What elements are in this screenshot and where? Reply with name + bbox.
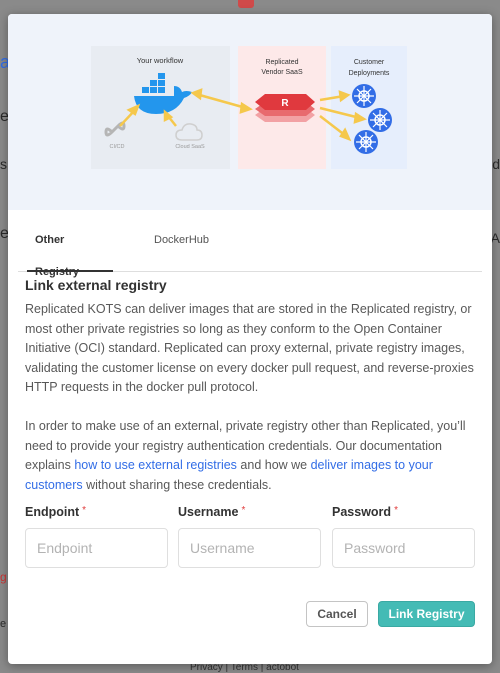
required-mark: * [394,505,398,516]
password-label: Password * [332,505,398,519]
kubernetes-icon [368,108,392,132]
kubernetes-icon [352,84,376,108]
vendor-label-line1: Replicated [265,59,298,66]
replicated-logo-letter: R [281,98,289,109]
background-text: e [0,618,7,630]
cloud-label: Cloud SaaS [175,144,205,150]
registry-diagram-banner: Your workflow Replicated Vendor SaaS Cus… [8,14,492,210]
background-text: d [492,156,500,172]
credentials-paragraph: In order to make use of an external, pri… [25,417,481,495]
link-registry-button[interactable]: Link Registry [378,601,475,627]
credentials-text: without sharing these credentials. [82,477,272,492]
background-text: s [0,156,7,172]
registry-diagram: Your workflow Replicated Vendor SaaS Cus… [91,46,407,169]
tab-dockerhub[interactable]: DockerHub [146,224,216,272]
description-paragraph: Replicated KOTS can deliver images that … [25,302,474,394]
endpoint-label: Endpoint * [25,505,86,519]
required-mark: * [82,505,87,516]
username-label-text: Username [178,505,239,519]
background-text: A [490,230,500,246]
password-label-text: Password [332,505,392,519]
kubernetes-icon [354,130,378,154]
tab-other-registry[interactable]: Other Registry [27,224,113,278]
customer-label-line1: Customer [354,59,385,66]
replicated-logo: R [255,94,315,122]
external-registries-link[interactable]: how to use external registries [74,458,237,472]
background-logo [238,0,254,8]
required-mark: * [241,505,246,516]
endpoint-label-text: Endpoint [25,505,80,519]
endpoint-input[interactable] [25,528,168,568]
vendor-label-line2: Vendor SaaS [261,69,303,76]
password-input[interactable] [332,528,475,568]
cicd-label: CI/CD [110,144,125,150]
customer-label-line2: Deployments [349,70,390,77]
username-label: Username * [178,505,245,519]
username-input[interactable] [178,528,321,568]
registry-tabs: Other Registry DockerHub [18,224,482,278]
credentials-text: and how we [236,458,311,472]
background-text: g [0,570,7,584]
workflow-label: Your workflow [137,56,184,65]
link-registry-modal: Your workflow Replicated Vendor SaaS Cus… [8,14,492,664]
cancel-button[interactable]: Cancel [306,601,368,627]
section-title: Link external registry [25,277,167,293]
